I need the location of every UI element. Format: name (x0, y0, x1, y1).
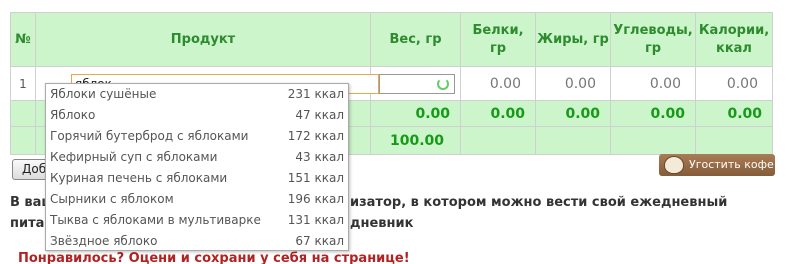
item-kcal: 196 ккал (287, 192, 344, 206)
item-kcal: 67 ккал (295, 234, 344, 248)
item-kcal: 131 ккал (287, 213, 344, 227)
item-name: Сырники с яблоком (50, 192, 174, 206)
header-protein-line2: гр (489, 40, 507, 56)
item-name: Тыква с яблоками в мультиварке (50, 213, 261, 227)
header-calories: Калории, ккал (695, 12, 773, 67)
item-name: Яблоки сушёные (50, 87, 157, 101)
like-prompt: Понравилось? Оцени и сохрани у себя на с… (18, 251, 410, 264)
carbs-value: 0.00 (610, 66, 696, 101)
item-name: Кефирный суп с яблоками (50, 150, 218, 164)
totals-empty-cell (10, 100, 36, 127)
loading-spinner-icon (437, 77, 449, 90)
row-number: 1 (10, 66, 36, 101)
item-kcal: 47 ккал (295, 108, 344, 122)
total-carbs: 0.00 (610, 100, 696, 127)
weight-total-empty-1 (10, 126, 36, 155)
header-protein-line1: Белки, (472, 22, 524, 38)
item-kcal: 151 ккал (287, 171, 344, 185)
header-calories-line2: ккал (716, 40, 752, 56)
header-carbs-line2: гр (644, 40, 662, 56)
header-carbs: Углеводы, гр (610, 12, 696, 67)
coffee-cup-icon (664, 156, 684, 174)
autocomplete-item[interactable]: Сырники с яблоком 196 ккал (46, 189, 348, 210)
autocomplete-item[interactable]: Куриная печень с яблоками 151 ккал (46, 168, 348, 189)
autocomplete-item[interactable]: Тыква с яблоками в мультиварке 131 ккал (46, 210, 348, 231)
weight-total-empty-4 (535, 126, 611, 155)
total-protein: 0.00 (460, 100, 536, 127)
protein-value: 0.00 (460, 66, 536, 101)
header-calories-line1: Калории, (698, 22, 770, 38)
autocomplete-item[interactable]: Яблоко 47 ккал (46, 105, 348, 126)
header-fat: Жиры, гр (535, 12, 611, 67)
weight-input[interactable] (379, 73, 455, 94)
header-weight: Вес, гр (370, 12, 461, 67)
total-calories: 0.00 (695, 100, 773, 127)
item-name: Горячий бутерброд с яблоками (50, 129, 249, 143)
autocomplete-dropdown: Яблоки сушёные 231 ккал Яблоко 47 ккал Гор… (45, 83, 349, 251)
table-header-row: № Продукт Вес, гр Белки, гр Жиры, гр Угле… (10, 12, 773, 67)
item-kcal: 172 ккал (287, 129, 344, 143)
buy-coffee-button[interactable]: Угостить кофе (659, 154, 775, 176)
item-name: Звёздное яблоко (50, 234, 158, 248)
weight-total-empty-5 (610, 126, 696, 155)
item-kcal: 231 ккал (287, 87, 344, 101)
total-weight: 100.00 (370, 126, 461, 155)
fat-value: 0.00 (535, 66, 611, 101)
buy-coffee-label: Угостить кофе (689, 158, 774, 171)
item-name: Яблоко (50, 108, 96, 122)
description-line1-end: изатор, в котором можно вести свой ежедн… (350, 195, 728, 231)
weight-cell (370, 66, 461, 101)
header-protein: Белки, гр (460, 12, 536, 67)
weight-total-empty-6 (695, 126, 773, 155)
total-fat: 0.00 (535, 100, 611, 127)
weight-total-empty-3 (460, 126, 536, 155)
item-kcal: 43 ккал (295, 150, 344, 164)
total-weight-cell: 0.00 (370, 100, 461, 127)
calories-value: 0.00 (695, 66, 773, 101)
header-product: Продукт (35, 12, 371, 67)
item-name: Куриная печень с яблоками (50, 171, 228, 185)
autocomplete-item[interactable]: Яблоки сушёные 231 ккал (46, 84, 348, 105)
autocomplete-item[interactable]: Кефирный суп с яблоками 43 ккал (46, 147, 348, 168)
header-carbs-line1: Углеводы, (613, 22, 693, 38)
autocomplete-item[interactable]: Звёздное яблоко 67 ккал (46, 231, 348, 252)
header-number: № (10, 12, 36, 67)
autocomplete-item[interactable]: Горячий бутерброд с яблоками 172 ккал (46, 126, 348, 147)
